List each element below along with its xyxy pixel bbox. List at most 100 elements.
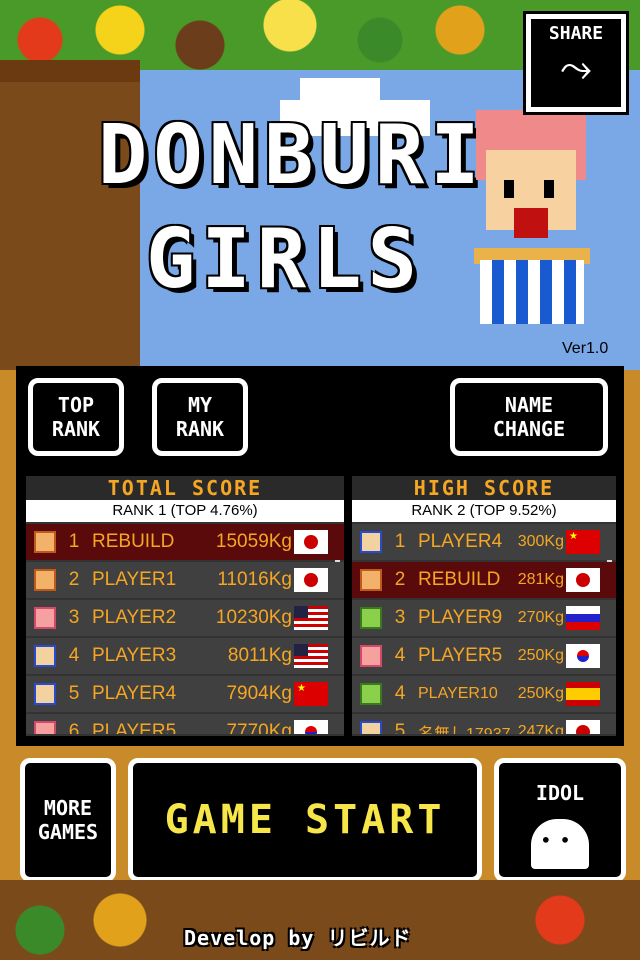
idol-button[interactable]: IDOL	[494, 758, 626, 882]
player-score: 270Kg	[517, 609, 564, 626]
player-score: 11016Kg	[217, 569, 292, 590]
table-row[interactable]: 1 PLAYER4 300Kg	[352, 524, 616, 560]
player-avatar-icon	[360, 531, 382, 553]
flag-cn-icon	[566, 530, 600, 554]
table-row[interactable]: 4 PLAYER3 8011Kg	[26, 638, 344, 674]
player-score: 281Kg	[517, 571, 564, 588]
eye	[544, 180, 554, 198]
rank-number: 3	[68, 607, 80, 628]
player-name: REBUILD	[418, 569, 501, 590]
donburi-girl-sprite	[456, 110, 606, 330]
player-avatar-icon	[34, 645, 56, 667]
player-name: PLAYER10	[418, 685, 498, 702]
table-row[interactable]: 2 REBUILD 281Kg	[352, 562, 616, 598]
rank-number: 4	[68, 645, 80, 666]
table-row[interactable]: 2 PLAYER1 11016Kg	[26, 562, 344, 598]
high-score-list[interactable]: 1 PLAYER4 300Kg 2 REBUILD 281Kg 3 PLAYER9 270Kg 4…	[352, 522, 616, 734]
my-rank-button[interactable]: MY RANK	[152, 378, 248, 456]
table-row[interactable]: 3 PLAYER9 270Kg	[352, 600, 616, 636]
ghost-icon	[531, 819, 589, 869]
table-row[interactable]: 4 PLAYER5 250Kg	[352, 638, 616, 674]
player-score: 7770Kg	[226, 721, 292, 734]
rank-number: 1	[68, 531, 80, 552]
mouth	[514, 208, 548, 238]
player-avatar-icon	[34, 607, 56, 629]
table-row[interactable]: 5 名無し17937247Kg	[352, 714, 616, 734]
eye	[504, 180, 514, 198]
share-button[interactable]: SHARE ⤳	[526, 14, 626, 112]
rank-number: 3	[394, 607, 406, 628]
player-score: 247Kg	[517, 723, 564, 734]
share-icon: ⤳	[560, 45, 592, 91]
player-avatar-icon	[34, 721, 56, 734]
flag-us-icon	[294, 644, 328, 668]
table-row[interactable]: 1 REBUILD 15059Kg	[26, 524, 344, 560]
donburi-bowl	[480, 260, 584, 324]
wall-background	[0, 60, 140, 370]
player-avatar-icon	[360, 683, 382, 705]
flag-jp-icon	[566, 568, 600, 592]
developer-credit: Develop by リビルド	[184, 926, 412, 950]
flag-jp-icon	[294, 530, 328, 554]
flag-kr-icon	[566, 644, 600, 668]
high-rank-summary: RANK 2 (TOP 9.52%)	[352, 500, 616, 522]
player-avatar-icon	[360, 607, 382, 629]
table-row[interactable]: 6 PLAYER5 7770Kg	[26, 714, 344, 734]
flag-es-icon	[566, 682, 600, 706]
player-score: 250Kg	[517, 647, 564, 664]
player-avatar-icon	[360, 645, 382, 667]
game-title-line2: GIRLS	[146, 212, 423, 307]
rank-number: 1	[394, 531, 406, 552]
player-name: PLAYER9	[418, 607, 503, 628]
player-avatar-icon	[360, 721, 382, 734]
version-label: Ver1.0	[562, 340, 609, 357]
top-rank-button[interactable]: TOP RANK	[28, 378, 124, 456]
player-avatar-icon	[34, 569, 56, 591]
more-games-button[interactable]: MORE GAMES	[20, 758, 116, 882]
share-label: SHARE	[548, 23, 604, 44]
rank-number: 6	[68, 721, 80, 734]
high-score-board: HIGH SCORE RANK 2 (TOP 9.52%) 1 PLAYER4 30…	[352, 476, 616, 736]
total-score-board: TOTAL SCORE RANK 1 (TOP 4.76%) 1 REBUILD 1…	[26, 476, 344, 736]
total-rank-summary: RANK 1 (TOP 4.76%)	[26, 500, 344, 522]
player-name: PLAYER3	[92, 645, 177, 666]
player-name: PLAYER4	[418, 531, 503, 552]
player-score: 15059Kg	[215, 531, 292, 552]
flag-jp-icon	[294, 568, 328, 592]
cloud	[300, 78, 380, 102]
flag-ru-icon	[566, 606, 600, 630]
player-name: PLAYER5	[92, 721, 177, 734]
rank-number: 5	[394, 721, 406, 734]
table-row[interactable]: 5 PLAYER4 7904Kg	[26, 676, 344, 712]
player-score: 300Kg	[517, 533, 564, 550]
rank-number: 5	[68, 683, 80, 704]
total-score-header: TOTAL SCORE	[26, 476, 344, 500]
total-score-list[interactable]: 1 REBUILD 15059Kg 2 PLAYER1 11016Kg 3 PLAYER2 10…	[26, 522, 344, 734]
player-score: 7904Kg	[226, 683, 292, 704]
player-score: 250Kg	[517, 685, 564, 702]
player-name: 名無し17937	[418, 720, 518, 734]
flag-us-icon	[294, 606, 328, 630]
player-avatar-icon	[360, 569, 382, 591]
player-name: PLAYER1	[92, 569, 177, 590]
rank-number: 2	[68, 569, 80, 590]
player-name: PLAYER4	[92, 683, 177, 704]
player-avatar-icon	[34, 683, 56, 705]
flag-kr-icon	[294, 720, 328, 734]
rank-number: 4	[394, 683, 406, 704]
game-start-button[interactable]: GAME START	[128, 758, 482, 882]
player-score: 8011Kg	[227, 645, 292, 666]
game-title-line1: DONBURI	[98, 108, 486, 203]
player-avatar-icon	[34, 531, 56, 553]
flag-cn-icon	[294, 682, 328, 706]
player-name: PLAYER5	[418, 645, 503, 666]
rank-number: 4	[394, 645, 406, 666]
table-row[interactable]: 4 PLAYER10 250Kg	[352, 676, 616, 712]
player-name: REBUILD	[92, 531, 175, 552]
flag-jp-icon	[566, 720, 600, 734]
player-name: PLAYER2	[92, 607, 177, 628]
rank-number: 2	[394, 569, 406, 590]
ranking-panel: TOP RANK MY RANK NAME CHANGE TOTAL SCORE…	[16, 366, 624, 746]
table-row[interactable]: 3 PLAYER2 10230Kg	[26, 600, 344, 636]
name-change-button[interactable]: NAME CHANGE	[450, 378, 608, 456]
